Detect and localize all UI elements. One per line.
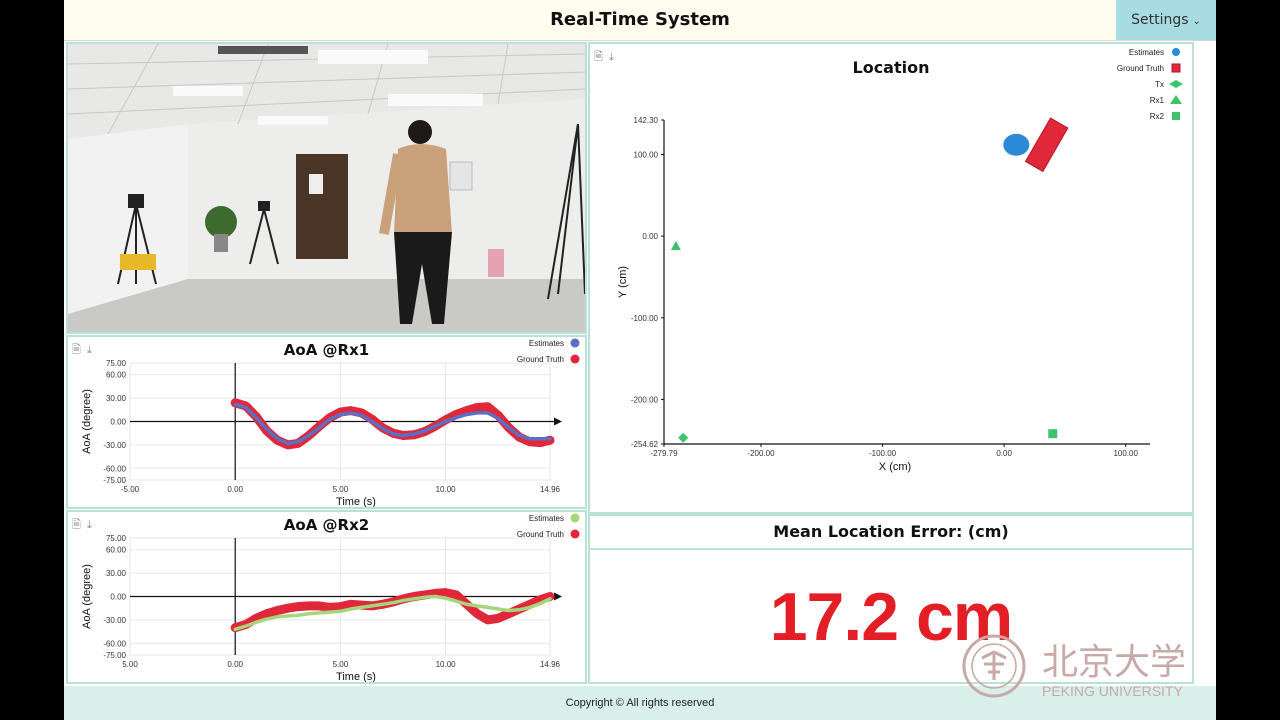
y-tick-label: 75.00 [106,534,127,543]
legend-label-rx1: Rx1 [1150,96,1165,105]
y-tick-label: -100.00 [631,314,659,323]
legend-marker-rx2 [1172,112,1180,120]
x-tick-label: 14.96 [540,660,561,669]
y-tick-label: -30.00 [103,616,126,625]
y-tick-label: -60.00 [103,639,126,648]
aoa-rx1-plot: 75.00 60.00 30.00 0.00 -30.00 -60.00 -75.00-5.… [81,338,580,508]
location-plot: 142.30 100.00 0.00 -100.00 -200.00 -254.62-27… [617,48,1183,473]
chart-title: AoA @Rx1 [283,341,370,359]
settings-label: Settings [1131,12,1189,28]
rx2-marker [1048,429,1058,439]
legend-label-tx: Tx [1155,80,1164,89]
aoa-rx2-plot: 75.0060.0030.000.00-30.00-60.00-75.005.0… [81,513,580,683]
x-tick-label: 0.00 [227,660,243,669]
aoa-rx1-chart-panel: 🗎 ⤓ AoA @Rx1 75.00 60.00 30.00 0.00 -30.00 -60… [66,335,587,509]
pku-english-name: PEKING UNIVERSITY [1042,683,1183,699]
y-tick-label: 75.00 [106,359,127,368]
x-tick-label: 10.00 [436,660,457,669]
y-tick-label: 0.00 [110,593,126,602]
y-tick-label: 60.00 [106,371,127,380]
x-axis-label: X (cm) [879,461,911,473]
x-axis-arrow-icon [554,417,562,426]
x-tick-label: 14.96 [540,485,561,494]
x-tick-label: 5.00 [333,485,349,494]
x-tick-label: 10.00 [436,485,457,494]
y-tick-label: -75.00 [103,476,126,485]
x-tick-label: 5.00 [333,660,349,669]
x-tick-label: -200.00 [747,449,775,458]
y-tick-label: -200.00 [631,395,659,404]
legend-label-rx2: Rx2 [1150,112,1165,121]
y-tick-label: 0.00 [110,418,126,427]
x-axis-label: Time (s) [336,496,376,507]
legend-label-estimates: Estimates [1129,48,1164,57]
y-tick-label: 100.00 [634,151,659,160]
x-tick-label: -5.00 [121,485,140,494]
y-tick-label: 0.00 [642,232,658,241]
header: Real-Time System Settings ⌄ [64,0,1216,41]
x-axis-label: Time (s) [336,671,376,682]
chart-title: Location [852,58,930,77]
peking-university-logo: 北京大学 PEKING UNIVERSITY [962,632,1216,702]
y-tick-label: 142.30 [634,116,659,125]
y-tick-label: 30.00 [106,394,127,403]
x-axis-arrow-icon [554,592,562,601]
y-tick-label: 60.00 [106,546,127,555]
y-tick-label: -254.62 [631,440,659,449]
camera-video-feed [66,42,587,334]
tx-marker [678,432,689,443]
estimate-marker [1003,133,1030,156]
app-window: Real-Time System Settings ⌄ 🗎 ⤓ AoA @Rx1… [64,0,1216,720]
pku-chinese-name: 北京大学 [1042,641,1186,682]
legend-marker-estimates [1172,48,1180,56]
page-title: Real-Time System [550,9,730,30]
x-tick-label: 0.00 [227,485,243,494]
chart-title: AoA @Rx2 [283,516,370,534]
location-chart-panel: 🗎 ⤓ Location 142.30 100.00 0.00 -100.00 -200.… [588,42,1194,514]
y-axis-label: AoA (degree) [81,564,93,629]
y-axis-label: AoA (degree) [81,389,93,454]
rx1-marker [670,240,681,250]
y-tick-label: -60.00 [103,464,126,473]
y-tick-label: 30.00 [106,569,127,578]
x-tick-label: -279.79 [650,449,678,458]
room-scene-image [68,44,585,332]
x-tick-label: 5.00 [122,660,138,669]
legend-marker-tx [1169,80,1183,88]
x-tick-label: 0.00 [996,449,1012,458]
settings-dropdown[interactable]: Settings ⌄ [1116,0,1216,40]
x-tick-label: -100.00 [869,449,897,458]
legend-marker-rx1 [1170,95,1182,104]
y-tick-label: -75.00 [103,651,126,660]
ground-truth-marker [1024,117,1069,173]
x-tick-label: 100.00 [1113,449,1138,458]
pku-seal-icon: 北京大学 PEKING UNIVERSITY [962,634,1186,699]
chevron-down-icon: ⌄ [1192,16,1201,27]
y-tick-label: -30.00 [103,441,126,450]
y-axis-label: Y (cm) [617,266,629,298]
aoa-rx2-chart-panel: 🗎 ⤓ AoA @Rx2 75.00 60.00 30.00 0.00 -30.00 -60… [66,510,587,684]
mean-error-heading: Mean Location Error: (cm) [590,516,1192,550]
